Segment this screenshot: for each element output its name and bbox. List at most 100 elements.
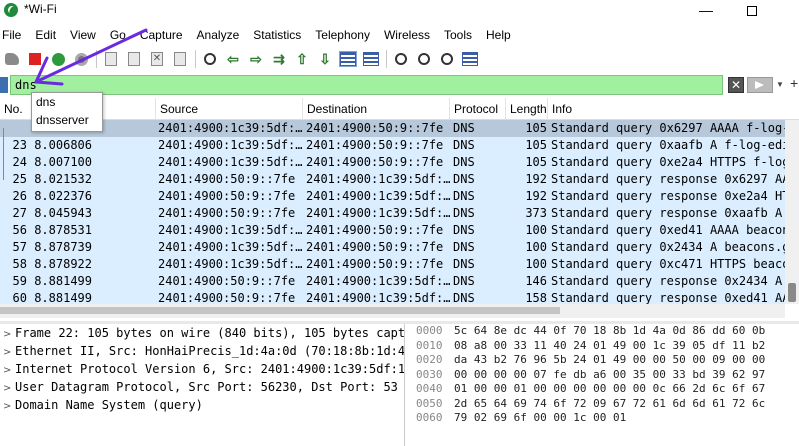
zoom-in-button[interactable] — [391, 49, 411, 69]
colorize-button[interactable] — [361, 49, 381, 69]
menu-help[interactable]: Help — [479, 24, 518, 46]
packet-row[interactable]: 27 8.045943 2401:4900:50:9::7fe 2401:490… — [0, 205, 785, 222]
chevron-right-icon[interactable]: > — [3, 398, 15, 415]
vertical-scroll-thumb[interactable] — [788, 283, 796, 302]
autocomplete-item-dns[interactable]: dns — [32, 93, 102, 111]
packet-length: 192 — [525, 189, 547, 203]
packet-protocol: DNS — [453, 240, 475, 254]
reload-file-button[interactable] — [170, 49, 190, 69]
packet-row[interactable]: 82 2401:4900:1c39:5df:… 2401:4900:50:9::… — [0, 120, 785, 137]
bookmark-icon[interactable] — [0, 77, 8, 93]
detail-row-ethernet[interactable]: > Ethernet II, Src: HonHaiPrecis_1d:4a:0d… — [0, 343, 404, 360]
packet-row[interactable]: 57 8.878739 2401:4900:1c39:5df:… 2401:49… — [0, 239, 785, 256]
stop-capture-button[interactable] — [25, 49, 45, 69]
first-packet-button[interactable]: ⇧ — [292, 49, 312, 69]
menu-view[interactable]: View — [63, 24, 103, 46]
apply-filter-button[interactable] — [747, 77, 773, 93]
hex-row[interactable]: 0050 2d 65 64 69 74 6f 72 09 67 72 61 6d … — [410, 397, 799, 412]
hex-offset: 0050 — [416, 396, 443, 410]
column-source[interactable]: Source — [156, 98, 303, 120]
detail-label: User Datagram Protocol, Src Port: 56230,… — [15, 380, 398, 394]
packet-number-time: 24 8.007100 — [0, 154, 96, 171]
find-packet-button[interactable] — [200, 49, 220, 69]
packet-source: 2401:4900:1c39:5df:… — [158, 121, 302, 135]
menu-wireless[interactable]: Wireless — [377, 24, 437, 46]
arrow-right-icon: ⇨ — [250, 50, 262, 67]
horizontal-scroll-thumb[interactable] — [0, 307, 560, 314]
packet-number: 25 — [12, 172, 27, 186]
start-capture-button[interactable] — [2, 49, 22, 69]
packet-row[interactable]: 25 8.021532 2401:4900:50:9::7fe 2401:490… — [0, 171, 785, 188]
packet-source: 2401:4900:50:9::7fe — [158, 274, 296, 288]
capture-options-button[interactable] — [71, 49, 91, 69]
menu-go[interactable]: Go — [103, 24, 133, 46]
packet-source: 2401:4900:1c39:5df:… — [158, 155, 302, 169]
stop-icon — [29, 53, 41, 65]
maximize-button[interactable] — [729, 0, 775, 22]
hex-row[interactable]: 0000 5c 64 8e dc 44 0f 70 18 8b 1d 4a 0d … — [410, 324, 799, 339]
menu-edit[interactable]: Edit — [28, 24, 63, 46]
autoscroll-button[interactable] — [338, 49, 358, 69]
arrow-top-icon: ⇧ — [296, 50, 308, 67]
minimize-button[interactable]: — — [683, 0, 729, 22]
go-forward-button[interactable]: ⇨ — [246, 49, 266, 69]
menu-capture[interactable]: Capture — [133, 24, 190, 46]
menu-file[interactable]: File — [0, 24, 28, 46]
add-filter-button[interactable]: + — [790, 75, 798, 91]
packet-row[interactable]: 26 8.022376 2401:4900:50:9::7fe 2401:490… — [0, 188, 785, 205]
packet-number-time: 25 8.021532 — [0, 171, 96, 188]
chevron-right-icon[interactable]: > — [3, 344, 15, 361]
packet-list-vertical-scrollbar[interactable] — [785, 120, 799, 304]
hex-row[interactable]: 0020 da 43 b2 76 96 5b 24 01 49 00 00 50 … — [410, 353, 799, 368]
detail-row-udp[interactable]: > User Datagram Protocol, Src Port: 56230… — [0, 379, 404, 396]
window-title: *Wi-Fi — [24, 2, 57, 16]
close-file-button[interactable]: ✕ — [147, 49, 167, 69]
resize-columns-button[interactable] — [460, 49, 480, 69]
column-protocol[interactable]: Protocol — [450, 98, 506, 120]
last-packet-button[interactable]: ⇩ — [315, 49, 335, 69]
packet-number-time: 57 8.878739 — [0, 239, 96, 256]
detail-row-dns[interactable]: > Domain Name System (query) — [0, 397, 404, 414]
packet-protocol: DNS — [453, 189, 475, 203]
zoom-out-button[interactable] — [414, 49, 434, 69]
packet-length: 192 — [525, 172, 547, 186]
arrow-bottom-icon: ⇩ — [319, 50, 331, 67]
main-toolbar: ✕ ⇦ ⇨ ⇉ ⇧ ⇩ — [0, 47, 799, 71]
open-file-button[interactable] — [101, 49, 121, 69]
clear-filter-button[interactable]: ✕ — [728, 77, 744, 93]
hex-offset: 0010 — [416, 338, 443, 352]
hex-row[interactable]: 0040 01 00 00 01 00 00 00 00 00 00 0c 66 … — [410, 382, 799, 397]
detail-row-ipv6[interactable]: > Internet Protocol Version 6, Src: 2401:… — [0, 361, 404, 378]
save-file-button[interactable] — [124, 49, 144, 69]
packet-row[interactable]: 24 8.007100 2401:4900:1c39:5df:… 2401:49… — [0, 154, 785, 171]
detail-row-frame[interactable]: > Frame 22: 105 bytes on wire (840 bits),… — [0, 325, 404, 342]
packet-row[interactable]: 60 8.881499 2401:4900:50:9::7fe 2401:490… — [0, 290, 785, 304]
chevron-right-icon[interactable]: > — [3, 326, 15, 343]
autocomplete-item-dnsserver[interactable]: dnsserver — [32, 111, 102, 129]
menu-tools[interactable]: Tools — [437, 24, 479, 46]
menu-analyze[interactable]: Analyze — [190, 24, 247, 46]
packet-row[interactable]: 58 8.878922 2401:4900:1c39:5df:… 2401:49… — [0, 256, 785, 273]
filter-history-dropdown[interactable]: ▼ — [776, 77, 786, 93]
packet-row[interactable]: 56 8.878531 2401:4900:1c39:5df:… 2401:49… — [0, 222, 785, 239]
packet-info: Standard query response 0xe2a4 HTTPS — [551, 189, 785, 203]
menu-telephony[interactable]: Telephony — [308, 24, 377, 46]
normal-size-button[interactable] — [437, 49, 457, 69]
column-destination[interactable]: Destination — [303, 98, 450, 120]
go-to-packet-button[interactable]: ⇉ — [269, 49, 289, 69]
chevron-right-icon[interactable]: > — [3, 380, 15, 397]
restart-capture-button[interactable] — [48, 49, 68, 69]
filter-autocomplete-popup: dns dnsserver — [31, 92, 103, 132]
chevron-right-icon[interactable]: > — [3, 362, 15, 379]
column-length[interactable]: Length — [506, 98, 548, 120]
menu-statistics[interactable]: Statistics — [246, 24, 308, 46]
hex-row[interactable]: 0060 79 02 69 6f 00 00 1c 00 01 — [410, 411, 799, 426]
packet-row[interactable]: 59 8.881499 2401:4900:50:9::7fe 2401:490… — [0, 273, 785, 290]
display-filter-input[interactable]: dns — [10, 75, 723, 95]
hex-row[interactable]: 0030 00 00 00 00 07 fe db a6 00 35 00 33 … — [410, 368, 799, 383]
go-back-button[interactable]: ⇦ — [223, 49, 243, 69]
column-info[interactable]: Info — [548, 98, 799, 120]
title-bar: *Wi-Fi — — [0, 0, 799, 22]
packet-row[interactable]: 23 8.006806 2401:4900:1c39:5df:… 2401:49… — [0, 137, 785, 154]
hex-row[interactable]: 0010 08 a8 00 33 11 40 24 01 49 00 1c 39 … — [410, 339, 799, 354]
